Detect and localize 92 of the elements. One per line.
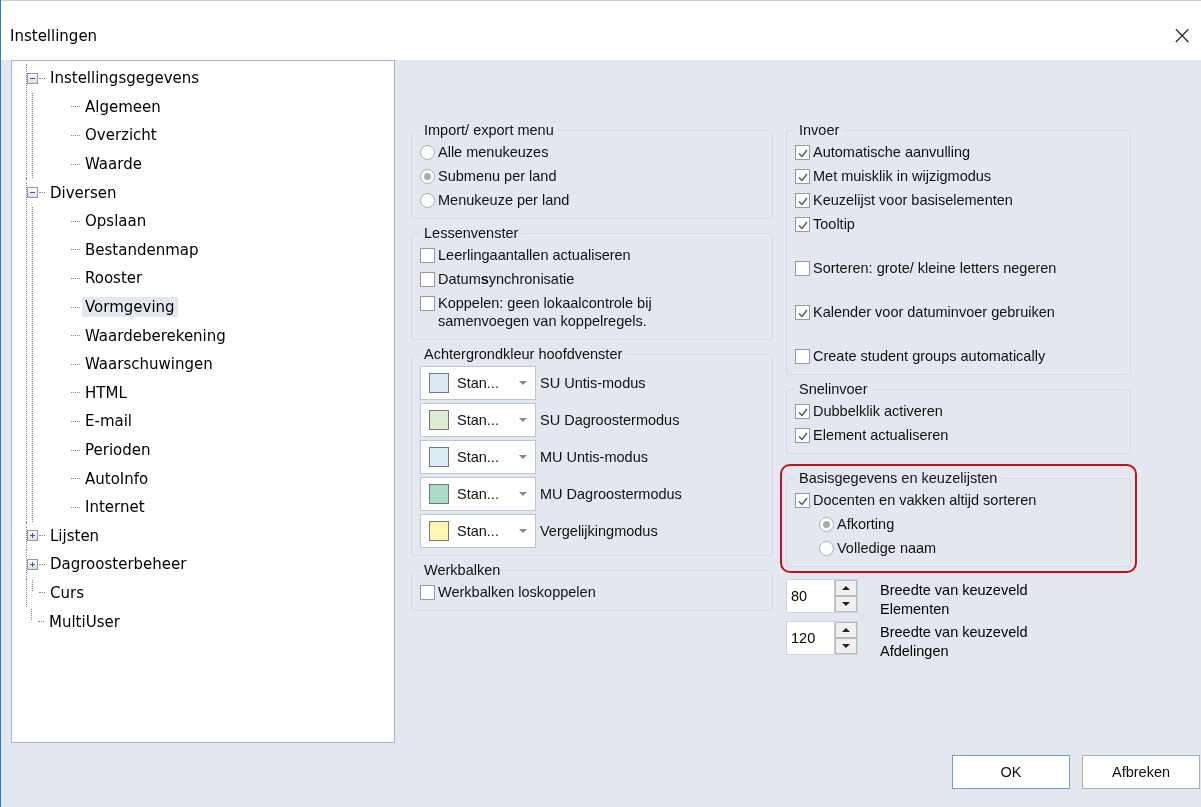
checkbox-label: Keuzelijst voor basiselementen: [813, 191, 1013, 209]
tree-item[interactable]: HTML: [82, 382, 130, 403]
tree-item[interactable]: MultiUser: [46, 611, 123, 632]
checkbox[interactable]: [795, 217, 810, 232]
tree-item[interactable]: Waardeberekening: [82, 325, 229, 346]
group-title: Achtergrondkleur hoofdvenster: [423, 346, 624, 362]
caret-icon: [519, 492, 527, 496]
radio-button[interactable]: [819, 517, 834, 532]
collapse-icon[interactable]: [27, 72, 38, 84]
tree-item[interactable]: AutoInfo: [82, 468, 152, 489]
spinner-label: Breedte van keuzeveld Elementen: [880, 581, 1029, 619]
checkbox-label: Docenten en vakken altijd sorteren: [813, 491, 1037, 509]
checkbox[interactable]: [420, 272, 435, 287]
color-dropdown[interactable]: Stan...: [420, 514, 536, 548]
checkbox[interactable]: [795, 493, 810, 508]
radio-button[interactable]: [819, 541, 834, 556]
checkbox[interactable]: [795, 261, 810, 276]
checkbox[interactable]: [795, 169, 810, 184]
tree-item[interactable]: Dagroosterbeheer: [47, 554, 190, 575]
option-label: Vergelijkingmodus: [540, 522, 658, 540]
checkbox-label: Automatische aanvulling: [813, 143, 971, 161]
checkbox-label: Leerlingaantallen actualiseren: [438, 246, 631, 264]
option-label: Afkorting: [837, 515, 895, 533]
group-title: Snelinvoer: [798, 381, 869, 397]
collapse-icon[interactable]: [27, 187, 38, 199]
tree-item[interactable]: Internet: [82, 497, 148, 518]
spinner-label: Breedte van keuzeveld Afdelingen: [880, 623, 1029, 661]
checkbox[interactable]: [420, 248, 435, 263]
radio-button[interactable]: [420, 169, 435, 184]
checkbox-label: Dubbelklik activeren: [813, 402, 943, 420]
tree-item[interactable]: Waarde: [82, 154, 145, 175]
tree-item[interactable]: Instellingsgegevens: [47, 68, 203, 89]
group-title: Basisgegevens en keuzelijsten: [798, 470, 999, 486]
group-title: Import/ export menu: [423, 122, 555, 138]
tree-item[interactable]: Diversen: [47, 182, 120, 203]
color-dropdown[interactable]: Stan...: [420, 403, 536, 437]
caret-icon: [519, 529, 527, 533]
tree-item[interactable]: E-mail: [82, 411, 136, 432]
option-label: MU Dagroostermodus: [540, 485, 682, 503]
tree-item[interactable]: Algemeen: [82, 96, 164, 117]
group-title: Invoer: [798, 122, 841, 138]
checkbox-label: Tooltip: [813, 215, 855, 233]
tree-item[interactable]: Bestandenmap: [82, 239, 202, 260]
number-spinner[interactable]: 120: [786, 621, 858, 655]
radio-button[interactable]: [420, 145, 435, 160]
tree-item[interactable]: Opslaan: [82, 211, 150, 232]
window-title: Instellingen: [10, 26, 98, 45]
color-dropdown[interactable]: Stan...: [420, 366, 536, 400]
checkbox[interactable]: [795, 404, 810, 419]
checkbox[interactable]: [795, 193, 810, 208]
option-label: SU Dagroostermodus: [540, 411, 680, 429]
checkbox[interactable]: [795, 349, 810, 364]
checkbox-label: Koppelen: geen lokaalcontrole bij samenvoegen van koppelregels.: [438, 294, 653, 330]
color-dropdown[interactable]: Stan...: [420, 477, 536, 511]
checkbox-label: Datumsynchronisatie: [438, 270, 575, 288]
checkbox-label: Werkbalken loskoppelen: [438, 583, 596, 601]
checkbox[interactable]: [420, 296, 435, 311]
checkbox-label: Met muisklik in wijzigmodus: [813, 167, 992, 185]
option-label: Volledige naam: [837, 539, 937, 557]
tree-item[interactable]: Waarschuwingen: [82, 354, 216, 375]
color-dropdown[interactable]: Stan...: [420, 440, 536, 474]
tree-item[interactable]: Curs: [47, 583, 87, 603]
option-label: Alle menukeuzes: [438, 143, 549, 161]
option-label: SU Untis-modus: [540, 374, 646, 392]
caret-icon: [519, 455, 527, 459]
group-title: Werkbalken: [423, 562, 502, 578]
option-label: Menukeuze per land: [438, 191, 570, 209]
cancel-button[interactable]: Afbreken: [1082, 755, 1200, 789]
expand-icon[interactable]: [27, 558, 38, 570]
caret-icon: [519, 381, 527, 385]
tree-item[interactable]: Rooster: [82, 268, 146, 289]
tree-item[interactable]: Perioden: [82, 440, 154, 460]
number-spinner[interactable]: 80: [786, 579, 858, 613]
caret-icon: [519, 418, 527, 422]
checkbox-label: Kalender voor datuminvoer gebruiken: [813, 303, 1055, 321]
radio-button[interactable]: [420, 193, 435, 208]
checkbox-label: Create student groups automatically: [813, 347, 1046, 365]
checkbox[interactable]: [795, 305, 810, 320]
close-button[interactable]: ×: [1163, 19, 1201, 50]
option-label: Submenu per land: [438, 167, 557, 185]
checkbox[interactable]: [795, 145, 810, 160]
tree-item[interactable]: Lijsten: [47, 525, 103, 546]
tree-item[interactable]: Vormgeving: [82, 297, 178, 318]
option-label: MU Untis-modus: [540, 448, 648, 466]
checkbox-label: Element actualiseren: [813, 426, 949, 444]
checkbox-label: Sorteren: grote/ kleine letters negeren: [813, 259, 1057, 277]
group-title: Lessenvenster: [423, 225, 520, 241]
tree-item[interactable]: Overzicht: [82, 125, 160, 146]
ok-button[interactable]: OK: [952, 755, 1070, 789]
expand-icon[interactable]: [27, 530, 38, 542]
checkbox[interactable]: [795, 428, 810, 443]
checkbox[interactable]: [420, 585, 435, 600]
